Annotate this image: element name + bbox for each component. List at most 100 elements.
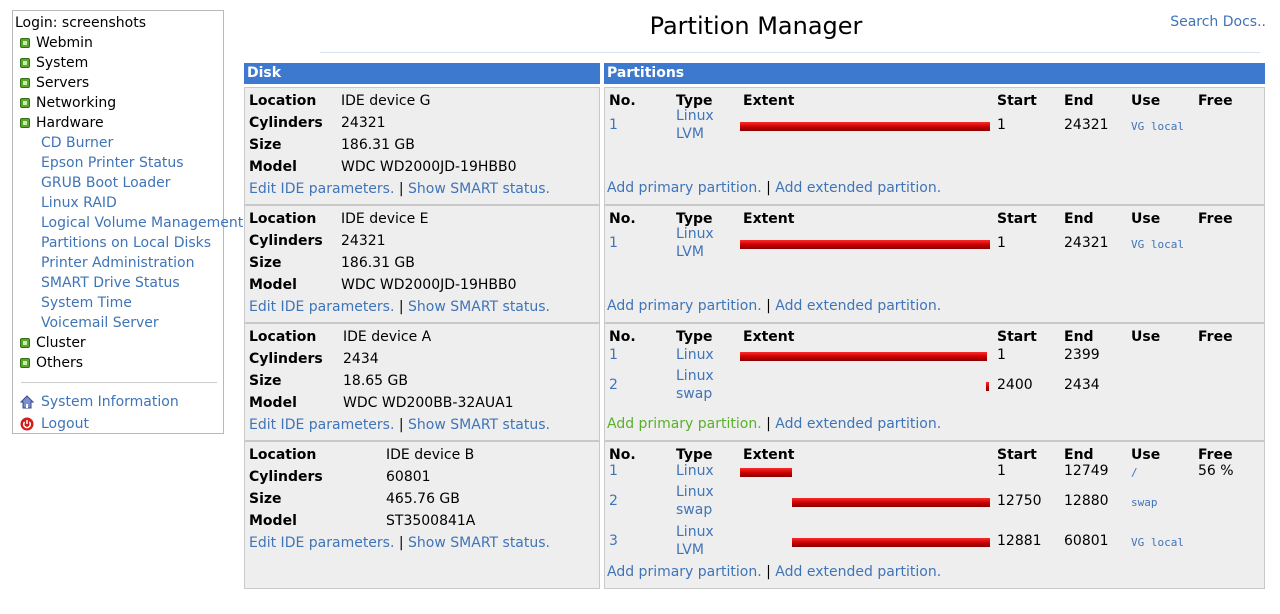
partition-number-link[interactable]: 1 — [609, 235, 618, 251]
module-printer-administration[interactable]: Printer Administration — [15, 253, 223, 273]
disk-column-header: Disk — [244, 63, 600, 84]
partition-start: 2400 — [997, 377, 1033, 393]
col-header-end: End — [1064, 93, 1094, 109]
partition-use-link[interactable]: VG local — [1131, 536, 1184, 549]
partitions-cell: No. Type Extent Start End Use Free 1 Linux 1 2399 2… — [604, 323, 1265, 441]
col-header-free: Free — [1198, 211, 1233, 227]
partition-start: 1 — [997, 347, 1006, 363]
add-primary-partition-link[interactable]: Add primary partition. — [607, 564, 762, 580]
partition-use-link[interactable]: VG local — [1131, 238, 1184, 251]
category-hardware[interactable]: Hardware — [15, 113, 223, 133]
col-header-type: Type — [676, 329, 713, 345]
add-extended-partition-link[interactable]: Add extended partition. — [775, 416, 941, 432]
disk-cylinders-label: Cylinders — [249, 469, 323, 485]
module-grub-boot-loader[interactable]: GRUB Boot Loader — [15, 173, 223, 193]
partition-end: 12749 — [1064, 463, 1109, 479]
system-information-link[interactable]: System Information — [15, 391, 223, 413]
disk-links: Edit IDE parameters. | Show SMART status… — [249, 299, 550, 315]
link-separator: | — [398, 417, 404, 433]
house-icon — [20, 395, 34, 409]
extent-bar — [986, 382, 989, 391]
search-docs-link[interactable]: Search Docs.. — [1170, 14, 1266, 30]
disk-size-value: 465.76 GB — [386, 491, 460, 507]
partition-number-link[interactable]: 3 — [609, 533, 618, 549]
edit-ide-parameters-link[interactable]: Edit IDE parameters. — [249, 535, 394, 551]
expand-icon — [20, 358, 30, 368]
module-logical-volume-management[interactable]: Logical Volume Management — [15, 213, 243, 233]
partition-number-link[interactable]: 2 — [609, 493, 618, 509]
disk-model-value: ST3500841A — [386, 513, 476, 529]
disk-links: Edit IDE parameters. | Show SMART status… — [249, 181, 550, 197]
show-smart-status-link[interactable]: Show SMART status. — [408, 535, 550, 551]
col-header-use: Use — [1131, 329, 1161, 345]
category-others[interactable]: Others — [15, 353, 223, 373]
partition-number-link[interactable]: 1 — [609, 463, 618, 479]
add-extended-partition-link[interactable]: Add extended partition. — [775, 298, 941, 314]
col-header-type: Type — [676, 93, 713, 109]
category-servers[interactable]: Servers — [15, 73, 223, 93]
partition-type-link[interactable]: Linux — [676, 463, 714, 479]
col-header-extent: Extent — [743, 93, 795, 109]
module-cd-burner[interactable]: CD Burner — [15, 133, 223, 153]
disk-cylinders-value: 2434 — [343, 351, 379, 367]
col-header-start: Start — [997, 447, 1037, 463]
category-webmin[interactable]: Webmin — [15, 33, 223, 53]
edit-ide-parameters-link[interactable]: Edit IDE parameters. — [249, 299, 394, 315]
module-system-time[interactable]: System Time — [15, 293, 223, 313]
partition-type-link[interactable]: Linux — [676, 226, 714, 242]
extent-bar — [792, 498, 990, 507]
add-extended-partition-link[interactable]: Add extended partition. — [775, 564, 941, 580]
disk-model-label: Model — [249, 395, 297, 411]
partition-type-sub[interactable]: LVM — [676, 244, 704, 260]
add-primary-partition-link[interactable]: Add primary partition. — [607, 298, 762, 314]
partition-start: 1 — [997, 463, 1006, 479]
partition-number-link[interactable]: 1 — [609, 347, 618, 363]
partition-type-link[interactable]: Linux — [676, 484, 714, 500]
partition-use-link[interactable]: / — [1131, 466, 1138, 479]
title-divider — [320, 52, 1260, 53]
show-smart-status-link[interactable]: Show SMART status. — [408, 181, 550, 197]
partition-type-sub[interactable]: swap — [676, 386, 712, 402]
edit-ide-parameters-link[interactable]: Edit IDE parameters. — [249, 181, 394, 197]
category-networking[interactable]: Networking — [15, 93, 223, 113]
logout-link[interactable]: Logout — [15, 413, 223, 435]
disk-size-label: Size — [249, 491, 282, 507]
partition-type-link[interactable]: Linux — [676, 524, 714, 540]
extent-bar — [740, 352, 987, 361]
show-smart-status-link[interactable]: Show SMART status. — [408, 299, 550, 315]
partition-type-link[interactable]: Linux — [676, 368, 714, 384]
partition-use-link[interactable]: swap — [1131, 496, 1158, 509]
module-voicemail-server[interactable]: Voicemail Server — [15, 313, 223, 333]
add-extended-partition-link[interactable]: Add extended partition. — [775, 180, 941, 196]
partition-number-link[interactable]: 1 — [609, 117, 618, 133]
show-smart-status-link[interactable]: Show SMART status. — [408, 417, 550, 433]
disk-info-cell: Location IDE device B Cylinders 60801 Size 46… — [244, 441, 600, 589]
partition-type-sub[interactable]: LVM — [676, 542, 704, 558]
module-epson-printer-status[interactable]: Epson Printer Status — [15, 153, 223, 173]
partition-use-link[interactable]: VG local — [1131, 120, 1184, 133]
disk-size-label: Size — [249, 137, 282, 153]
add-primary-partition-link[interactable]: Add primary partition. — [607, 180, 762, 196]
partition-type-sub[interactable]: LVM — [676, 126, 704, 142]
expand-icon — [20, 78, 30, 88]
module-smart-drive-status[interactable]: SMART Drive Status — [15, 273, 223, 293]
disk-model-label: Model — [249, 159, 297, 175]
disk-model-value: WDC WD2000JD-19HBB0 — [341, 159, 517, 175]
col-header-extent: Extent — [743, 211, 795, 227]
module-partitions-on-local-disks[interactable]: Partitions on Local Disks — [15, 233, 223, 253]
disk-location-label: Location — [249, 211, 317, 227]
add-primary-partition-link[interactable]: Add primary partition. — [607, 416, 762, 432]
partition-start: 1 — [997, 117, 1006, 133]
module-linux-raid[interactable]: Linux RAID — [15, 193, 223, 213]
edit-ide-parameters-link[interactable]: Edit IDE parameters. — [249, 417, 394, 433]
partition-type-link[interactable]: Linux — [676, 347, 714, 363]
category-system[interactable]: System — [15, 53, 223, 73]
partition-type-sub[interactable]: swap — [676, 502, 712, 518]
category-cluster[interactable]: Cluster — [15, 333, 223, 353]
disk-size-value: 18.65 GB — [343, 373, 408, 389]
link-separator: | — [398, 181, 404, 197]
col-header-end: End — [1064, 329, 1094, 345]
partition-type-link[interactable]: Linux — [676, 108, 714, 124]
partition-number-link[interactable]: 2 — [609, 377, 618, 393]
link-separator: | — [398, 299, 404, 315]
